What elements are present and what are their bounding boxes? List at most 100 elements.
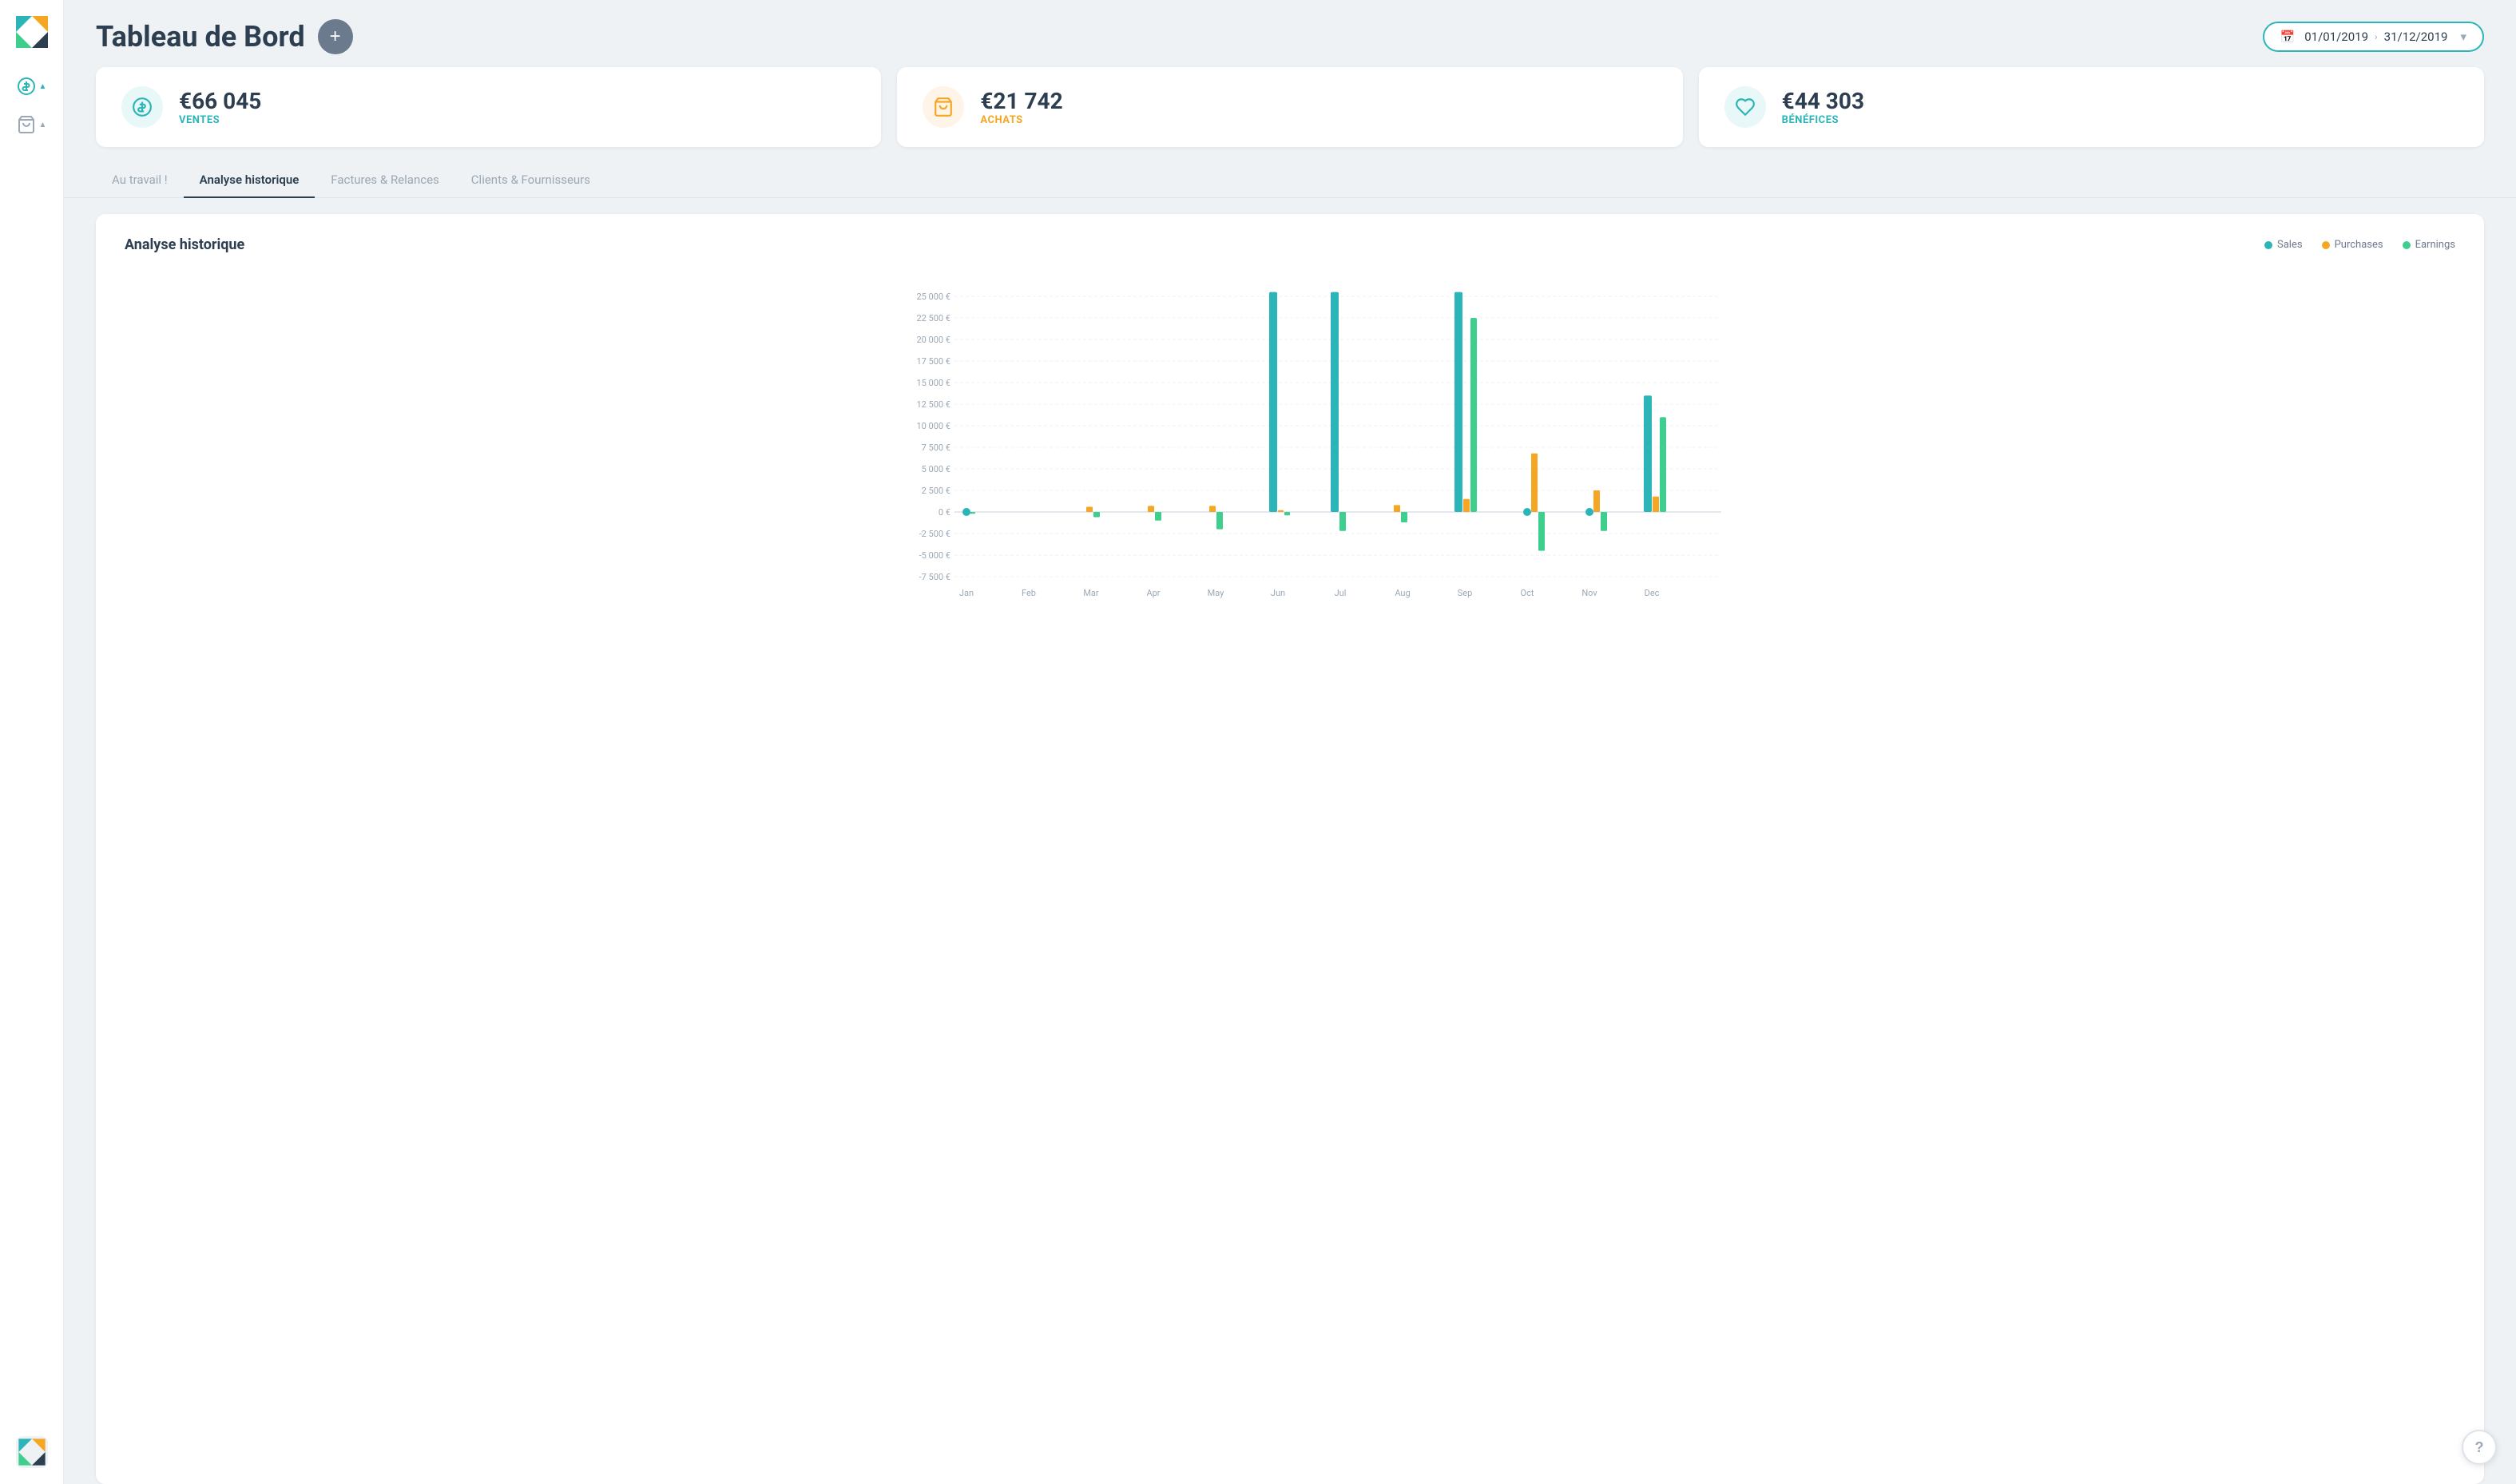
x-label-mar: Mar (1083, 588, 1099, 598)
legend-purchases: Purchases (2322, 239, 2383, 251)
svg-text:-2 500 €: -2 500 € (919, 529, 950, 539)
svg-text:25 000 €: 25 000 € (916, 292, 950, 302)
svg-text:17 500 €: 17 500 € (916, 356, 950, 367)
page-title: Tableau de Bord (96, 20, 305, 54)
aug-purchases-bar (1394, 505, 1400, 512)
svg-text:12 500 €: 12 500 € (916, 399, 950, 410)
jun-earnings-bar (1284, 512, 1290, 515)
achats-icon (923, 86, 964, 128)
date-range-picker[interactable]: 📅 01/01/2019 › 31/12/2019 ▾ (2263, 22, 2484, 52)
jan-earnings-bar (970, 512, 975, 514)
chart-title: Analyse historique (125, 236, 244, 253)
kpi-achats-label: ACHATS (980, 114, 1062, 126)
oct-purchases-bar (1531, 454, 1538, 512)
sidebar-item-dollar[interactable]: ▲ (0, 67, 63, 105)
svg-text:-5 000 €: -5 000 € (919, 550, 950, 561)
legend-label-earnings: Earnings (2415, 239, 2455, 251)
header-left: Tableau de Bord + (96, 19, 353, 54)
kpi-achats-value: €21 742 (980, 88, 1062, 115)
tab-au-travail[interactable]: Au travail ! (96, 163, 184, 198)
legend-dot-sales (2264, 241, 2272, 249)
kpi-row: €66 045 VENTES €21 742 ACHATS (64, 67, 2516, 163)
add-button[interactable]: + (318, 19, 353, 54)
svg-text:10 000 €: 10 000 € (916, 421, 950, 431)
nov-sales-dot (1585, 508, 1593, 516)
apr-earnings-bar (1155, 512, 1161, 521)
sep-sales-bar (1454, 292, 1462, 512)
mar-purchases-bar (1086, 507, 1093, 513)
tab-analyse-historique[interactable]: Analyse historique (184, 163, 315, 198)
main-content: Tableau de Bord + 📅 01/01/2019 › 31/12/2… (64, 0, 2516, 1484)
jun-sales-bar (1269, 292, 1277, 512)
jan-sales-dot (962, 508, 970, 516)
x-label-apr: Apr (1146, 588, 1160, 598)
oct-earnings-bar (1538, 512, 1545, 551)
sidebar-bottom-logo (16, 1436, 48, 1471)
svg-text:7 500 €: 7 500 € (922, 442, 950, 453)
x-label-dec: Dec (1645, 588, 1660, 598)
date-arrow: › (2375, 31, 2378, 42)
oct-sales-dot (1523, 508, 1531, 516)
svg-text:0 €: 0 € (939, 507, 950, 518)
kpi-achats-info: €21 742 ACHATS (980, 88, 1062, 127)
chart-header: Analyse historique Sales Purchases Earni… (125, 236, 2455, 253)
svg-text:15 000 €: 15 000 € (916, 378, 950, 388)
kpi-ventes-label: VENTES (179, 114, 261, 126)
bar-chart: .grid-line { stroke: #dde3e9; stroke-wid… (125, 272, 2455, 608)
kpi-card-ventes: €66 045 VENTES (96, 67, 881, 147)
kpi-ventes-info: €66 045 VENTES (179, 88, 261, 127)
dec-purchases-bar (1653, 497, 1659, 512)
dec-sales-bar (1644, 395, 1652, 512)
x-label-nov: Nov (1581, 588, 1597, 598)
x-label-jun: Jun (1271, 588, 1285, 598)
tab-factures-relances[interactable]: Factures & Relances (315, 163, 454, 198)
kpi-card-benefices: €44 303 BÉNÉFICES (1699, 67, 2484, 147)
svg-text:-7 500 €: -7 500 € (919, 572, 950, 582)
mar-earnings-bar (1093, 512, 1100, 518)
jun-purchases-bar (1278, 510, 1284, 512)
may-purchases-bar (1209, 506, 1216, 512)
nov-purchases-bar (1593, 490, 1600, 512)
apr-purchases-bar (1148, 506, 1154, 512)
header: Tableau de Bord + 📅 01/01/2019 › 31/12/2… (64, 0, 2516, 67)
cart-chevron-icon: ▲ (39, 121, 47, 129)
kpi-benefices-value: €44 303 (1782, 88, 1864, 115)
x-label-sep: Sep (1458, 588, 1473, 598)
dollar-chevron-icon: ▲ (39, 82, 47, 91)
legend-earnings: Earnings (2403, 239, 2455, 251)
svg-text:5 000 €: 5 000 € (922, 464, 950, 474)
aug-earnings-bar (1401, 512, 1407, 522)
legend-dot-earnings (2403, 241, 2411, 249)
sidebar-item-cart[interactable]: ▲ (0, 105, 63, 144)
kpi-ventes-value: €66 045 (179, 88, 261, 115)
legend-sales: Sales (2264, 239, 2303, 251)
kpi-benefices-info: €44 303 BÉNÉFICES (1782, 88, 1864, 127)
chart-svg-wrapper: .grid-line { stroke: #dde3e9; stroke-wid… (125, 272, 2455, 608)
sep-earnings-bar (1470, 318, 1477, 512)
x-label-jul: Jul (1335, 588, 1347, 598)
chevron-down-icon: ▾ (2460, 30, 2466, 44)
nov-earnings-bar (1601, 512, 1607, 531)
chart-container: Analyse historique Sales Purchases Earni… (96, 214, 2484, 1484)
jul-sales-bar (1331, 292, 1339, 512)
sidebar: ▲ ▲ (0, 0, 64, 1484)
svg-text:22 500 €: 22 500 € (916, 313, 950, 323)
x-label-may: May (1208, 588, 1225, 598)
x-label-aug: Aug (1395, 588, 1410, 598)
legend-label-sales: Sales (2277, 239, 2303, 251)
x-label-feb: Feb (1022, 588, 1036, 598)
benefices-icon (1724, 86, 1766, 128)
help-button[interactable]: ? (2462, 1430, 2497, 1465)
legend-label-purchases: Purchases (2335, 239, 2383, 251)
kpi-benefices-label: BÉNÉFICES (1782, 114, 1864, 126)
svg-text:20 000 €: 20 000 € (916, 335, 950, 345)
x-label-oct: Oct (1521, 588, 1534, 598)
dec-earnings-bar (1660, 417, 1666, 512)
tabs-bar: Au travail ! Analyse historique Factures… (64, 163, 2516, 198)
tab-clients-fournisseurs[interactable]: Clients & Fournisseurs (455, 163, 606, 198)
app-logo[interactable] (13, 13, 51, 54)
calendar-icon: 📅 (2280, 30, 2296, 44)
sep-purchases-bar (1463, 499, 1470, 512)
svg-text:2 500 €: 2 500 € (922, 486, 950, 496)
legend-dot-purchases (2322, 241, 2330, 249)
